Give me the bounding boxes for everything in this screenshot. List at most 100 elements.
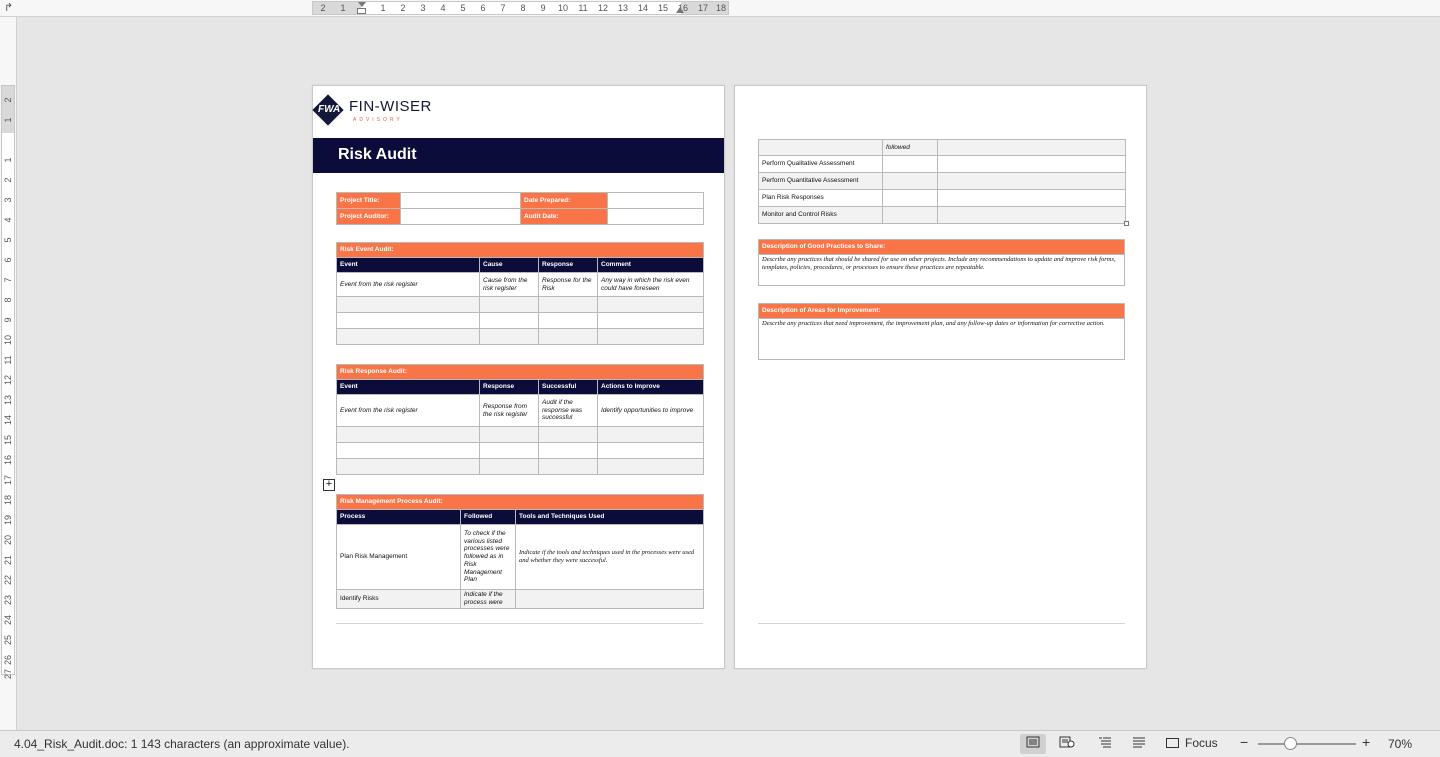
table-cell[interactable]	[758, 139, 883, 156]
table-row[interactable]	[336, 458, 704, 475]
ruler-number: 9	[540, 3, 546, 13]
ruler-number: 2	[3, 177, 13, 183]
table-cell[interactable]	[882, 172, 938, 190]
zoom-slider[interactable]	[1258, 743, 1356, 745]
zoom-slider-knob[interactable]	[1284, 737, 1297, 750]
table-cell[interactable]: Identify Risks	[336, 589, 461, 609]
table-cell[interactable]	[937, 172, 1126, 190]
status-bar: 4.04_Risk_Audit.doc: 1 143 characters (a…	[0, 730, 1440, 757]
improvement-title: Description of Areas for Improvement:	[758, 303, 1125, 319]
ruler-number: 11	[578, 3, 588, 13]
ruler-number: 6	[3, 257, 13, 263]
ruler-number: 22	[3, 575, 13, 586]
document-page-2[interactable]: followed Perform Qualitative Assessment …	[734, 85, 1147, 669]
table-cell[interactable]	[937, 139, 1126, 156]
ruler-number: 18	[3, 495, 13, 506]
table-cell[interactable]: Indicate if the tools and techniques use…	[514, 524, 705, 590]
date-prepared-field[interactable]	[607, 192, 704, 209]
outline-icon[interactable]	[1094, 734, 1116, 754]
table-row[interactable]	[336, 328, 705, 345]
table-cell[interactable]	[937, 155, 1126, 173]
ruler-number: 16	[3, 455, 13, 466]
ruler-number: 27	[3, 669, 13, 680]
table-cell[interactable]	[882, 206, 938, 224]
risk-event-audit-table[interactable]: Risk Event Audit: Event Cause Response C…	[335, 242, 705, 345]
table-cell[interactable]: Perform Quantitative Assessment	[758, 172, 883, 190]
project-info-table[interactable]: Project Title: Date Prepared: Project Au…	[336, 192, 704, 225]
audit-date-label: Audit Date:	[520, 208, 608, 225]
table-cell[interactable]	[882, 189, 938, 207]
table-cell[interactable]: Cause from the risk register	[479, 272, 539, 297]
table-row[interactable]	[336, 296, 705, 313]
ruler-number: 10	[3, 335, 13, 346]
ruler-number: 19	[3, 515, 13, 526]
table-cell[interactable]: Event from the risk register	[336, 272, 480, 297]
project-auditor-label: Project Auditor:	[336, 208, 401, 225]
ruler-number: 17	[3, 475, 13, 486]
table-cell[interactable]: Event from the risk register	[336, 394, 480, 427]
focus-icon	[1166, 738, 1179, 748]
table-cell[interactable]: Audit if the response was successful	[538, 394, 598, 427]
web-layout-icon[interactable]	[1056, 734, 1078, 754]
ruler-number: 23	[3, 595, 13, 606]
good-practices-table[interactable]: Description of Good Practices to Share: …	[758, 239, 1125, 286]
good-practices-title: Description of Good Practices to Share:	[758, 239, 1125, 255]
right-indent-marker[interactable]	[676, 7, 684, 13]
focus-button[interactable]: Focus	[1166, 736, 1218, 750]
zoom-level[interactable]: 70%	[1388, 737, 1412, 751]
table-cell[interactable]: followed	[882, 139, 938, 156]
table-cell[interactable]	[937, 189, 1126, 207]
table-cell[interactable]: To check if the various listed processes…	[460, 524, 516, 590]
table-resize-handle[interactable]	[1124, 221, 1129, 226]
table-row[interactable]	[336, 426, 704, 443]
ruler-number: 13	[3, 395, 13, 406]
table-row[interactable]	[336, 312, 705, 329]
table-cell[interactable]: Identify opportunities to improve	[597, 394, 704, 427]
vertical-ruler[interactable]: 2 1 1 2 3 4 5 6 7 8 9 10 11 12 13 14 15 …	[0, 17, 17, 730]
ruler-number: 1	[3, 117, 13, 123]
table-cell[interactable]: Perform Qualitative Assessment	[758, 155, 883, 173]
table-header: Actions to Improve	[597, 379, 704, 395]
horizontal-ruler[interactable]: ↱ 2 1 1 2 3 4 5 6 7 8 9 10 11 12 13 14 1…	[0, 0, 1440, 17]
process-audit-continued-table[interactable]: followed Perform Qualitative Assessment …	[758, 139, 1126, 224]
audit-date-field[interactable]	[607, 208, 704, 225]
table-cell[interactable]: Indicate if the process were	[460, 589, 516, 609]
table-header: Event	[336, 257, 480, 273]
project-auditor-field[interactable]	[400, 208, 521, 225]
table-cell[interactable]	[937, 206, 1126, 224]
ruler-number: 11	[3, 355, 13, 365]
table-cell[interactable]: Response for the Risk	[538, 272, 598, 297]
table-row[interactable]	[336, 442, 704, 459]
left-indent-marker[interactable]	[357, 8, 366, 14]
good-practices-text[interactable]: Describe any practices that should be sh…	[758, 254, 1125, 286]
ruler-track[interactable]: 2 1 1 2 3 4 5 6 7 8 9 10 11 12 13 14 15 …	[312, 1, 729, 15]
process-audit-table[interactable]: Risk Management Process Audit: Process F…	[335, 494, 705, 609]
page-title[interactable]: Risk Audit	[338, 146, 417, 164]
focus-label: Focus	[1185, 736, 1218, 750]
ruler-number: 5	[3, 237, 13, 243]
table-cell[interactable]	[514, 589, 705, 609]
document-info[interactable]: 4.04_Risk_Audit.doc: 1 143 characters (a…	[14, 737, 350, 751]
table-cell[interactable]	[882, 155, 938, 173]
table-move-handle[interactable]: +	[323, 479, 335, 491]
table-cell[interactable]: Response from the risk register	[479, 394, 539, 427]
table-cell[interactable]: Any way in which the risk even could hav…	[596, 272, 705, 297]
table-cell[interactable]: Plan Risk Management	[336, 524, 461, 590]
document-page-1[interactable]: FWA FIN-WISER ADVISORY Risk Audit Projec…	[312, 85, 725, 669]
ruler-number: 7	[500, 3, 506, 13]
improvement-text[interactable]: Describe any practices that need improve…	[758, 318, 1125, 360]
print-layout-icon[interactable]	[1020, 734, 1046, 754]
risk-response-audit-table[interactable]: Risk Response Audit: Event Response Succ…	[336, 364, 704, 475]
zoom-in-button[interactable]: +	[1362, 734, 1370, 750]
zoom-out-button[interactable]: −	[1240, 734, 1248, 750]
table-header: Comment	[596, 257, 705, 273]
table-cell[interactable]: Monitor and Control Risks	[758, 206, 883, 224]
first-line-indent-marker[interactable]	[358, 2, 366, 7]
project-title-field[interactable]	[400, 192, 521, 209]
areas-improvement-table[interactable]: Description of Areas for Improvement: De…	[758, 303, 1125, 360]
title-banner: Risk Audit	[313, 138, 724, 173]
ruler-number: 3	[3, 197, 13, 203]
draft-icon[interactable]	[1128, 734, 1150, 754]
fin-wiser-logo: FWA FIN-WISER ADVISORY	[312, 94, 433, 129]
table-cell[interactable]: Plan Risk Responses	[758, 189, 883, 207]
